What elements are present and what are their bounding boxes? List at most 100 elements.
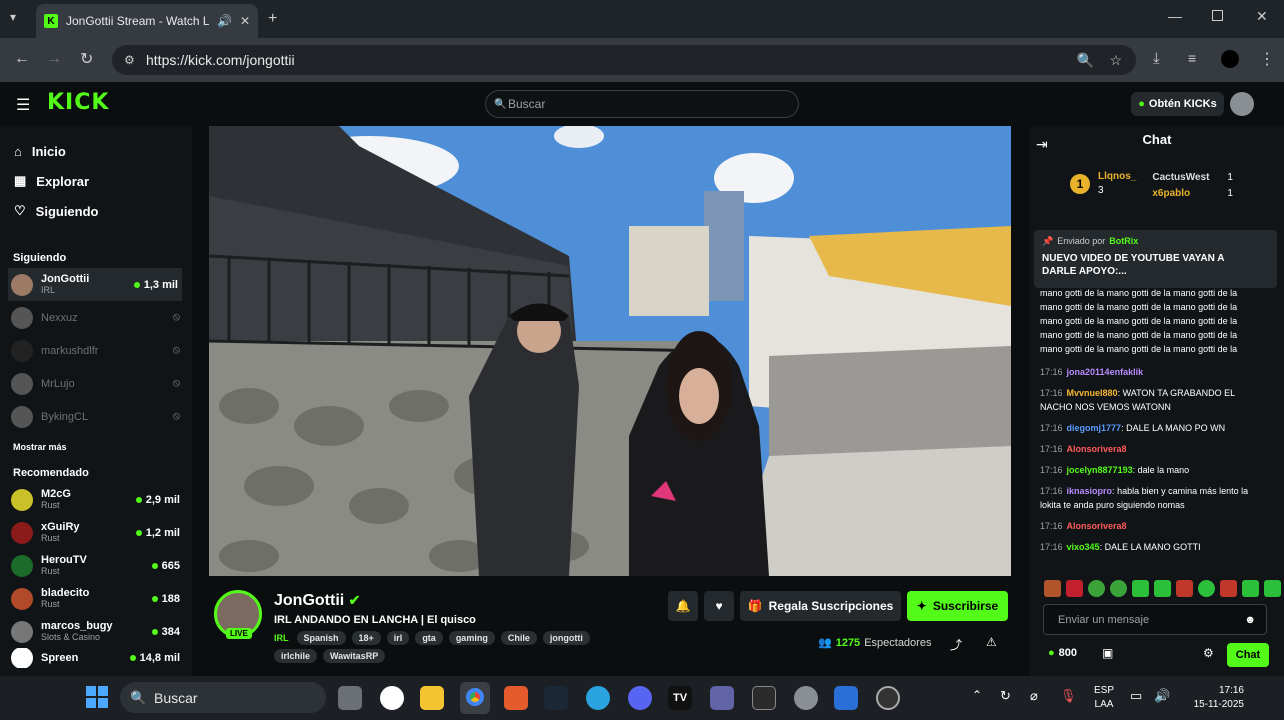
video-player[interactable]: [209, 126, 1011, 576]
reload-icon[interactable]: ↻: [80, 49, 93, 69]
chrome-icon[interactable]: [460, 682, 490, 714]
tradingview-icon[interactable]: TV: [668, 686, 692, 710]
message-user[interactable]: jona20114enfaklik: [1067, 367, 1144, 377]
recommended-item[interactable]: marcos_bugy Slots & Casino 384: [0, 615, 192, 648]
steam-icon[interactable]: [544, 686, 568, 710]
show-more-link[interactable]: Mostrar más: [0, 437, 192, 457]
obs-icon[interactable]: [876, 686, 900, 710]
chat-message-input[interactable]: Enviar un mensaje ☻: [1043, 604, 1267, 635]
tag[interactable]: irlchile: [274, 649, 318, 663]
get-kicks-button[interactable]: ● Obtén KICKs: [1131, 92, 1224, 116]
site-info-icon[interactable]: ⚙: [124, 53, 135, 67]
recommended-item[interactable]: M2cG Rust 2,9 mil: [0, 483, 192, 516]
message-user[interactable]: Mvvnuel880: [1067, 388, 1118, 398]
message-user[interactable]: Alonsorivera8: [1067, 444, 1127, 454]
message-user[interactable]: vixo345: [1067, 542, 1100, 552]
share-icon[interactable]: ⤴: [950, 636, 962, 653]
recommended-item[interactable]: HerouTV Rust 665: [0, 549, 192, 582]
following-item[interactable]: markushdlfr ⦸: [0, 334, 192, 367]
maximize-icon[interactable]: [1212, 10, 1223, 21]
teams-icon[interactable]: [710, 686, 734, 710]
menu-kebab-icon[interactable]: ⋮: [1259, 49, 1275, 69]
language-indicator[interactable]: ESP LAA: [1094, 684, 1114, 712]
follow-button[interactable]: ♥: [704, 591, 734, 621]
volume-icon[interactable]: 🔊: [1154, 688, 1170, 704]
emote-icon[interactable]: [1066, 580, 1083, 597]
nav-inicio[interactable]: ⌂ Inicio: [0, 136, 192, 166]
brave-icon[interactable]: [504, 686, 528, 710]
tag[interactable]: irl: [386, 631, 410, 645]
bookmark-star-icon[interactable]: ☆: [1109, 52, 1122, 69]
task-view-icon[interactable]: [338, 686, 362, 710]
profile-icon[interactable]: [1221, 50, 1239, 68]
following-item[interactable]: JonGottii IRL 1,3 mil: [8, 268, 182, 301]
hamburger-icon[interactable]: ☰: [16, 95, 30, 115]
report-icon[interactable]: ⚠: [986, 635, 997, 649]
search-input[interactable]: 🔍 Buscar: [485, 90, 799, 118]
speaker-icon[interactable]: 🔊: [217, 14, 232, 28]
emote-icon[interactable]: [1088, 580, 1105, 597]
zoom-icon[interactable]: 🔍: [1077, 52, 1094, 69]
emote-icon[interactable]: [1176, 580, 1193, 597]
notification-bell-button[interactable]: 🔔: [668, 591, 698, 621]
app-icon[interactable]: [834, 686, 858, 710]
gift-subs-button[interactable]: 🎁 Regala Suscripciones: [740, 591, 901, 621]
recommended-item[interactable]: xGuiRy Rust 1,2 mil: [0, 516, 192, 549]
taskbar-search[interactable]: 🔍 Buscar: [120, 682, 326, 713]
display-icon[interactable]: ▭: [1130, 688, 1142, 704]
emote-icon[interactable]: [1242, 580, 1259, 597]
emote-icon[interactable]: [1220, 580, 1237, 597]
user-avatar[interactable]: [1230, 92, 1254, 116]
emote-icon[interactable]: [1154, 580, 1171, 597]
download-icon[interactable]: ⤓: [1153, 50, 1160, 67]
close-window-icon[interactable]: ✕: [1256, 8, 1268, 25]
message-user[interactable]: jocelyn8877193: [1067, 465, 1133, 475]
windows-start-icon[interactable]: [86, 686, 108, 708]
app-icon[interactable]: [380, 686, 404, 710]
network-icon[interactable]: ⌀: [1030, 688, 1038, 704]
subscribe-button[interactable]: ✦ Suscribirse: [907, 591, 1008, 621]
forward-icon[interactable]: →: [46, 50, 62, 68]
following-item[interactable]: BykingCL ⦸: [0, 400, 192, 433]
tag[interactable]: Spanish: [296, 631, 346, 645]
emoji-icon[interactable]: ☻: [1244, 614, 1256, 626]
sync-icon[interactable]: ↻: [1000, 688, 1011, 704]
gift-icon[interactable]: ▣: [1102, 646, 1113, 660]
following-item[interactable]: Nexxuz ⦸: [0, 301, 192, 334]
following-item[interactable]: MrLujo ⦸: [0, 367, 192, 400]
message-user[interactable]: Alonsorivera8: [1067, 521, 1127, 531]
chevron-up-icon[interactable]: ⌃: [972, 688, 982, 702]
message-user[interactable]: diegomj1777: [1067, 423, 1122, 433]
tab-search-icon[interactable]: ▾: [10, 10, 28, 28]
tag[interactable]: gaming: [448, 631, 495, 645]
recommended-item[interactable]: bladecito Rust 188: [0, 582, 192, 615]
nav-siguiendo[interactable]: ♡ Siguiendo: [0, 196, 192, 226]
tag[interactable]: WawitasRP: [323, 649, 386, 663]
kicks-balance[interactable]: ● 800: [1048, 647, 1077, 659]
pinned-message[interactable]: 📌 Enviado por BotRix NUEVO VIDEO DE YOUTUB…: [1034, 230, 1277, 288]
streamer-name[interactable]: JonGottii ✔: [274, 592, 360, 610]
emote-icon[interactable]: [1044, 580, 1061, 597]
close-tab-icon[interactable]: ✕: [240, 14, 250, 28]
browser-tab[interactable]: K JonGottii Stream - Watch Li 🔊 ✕: [36, 4, 258, 38]
message-user[interactable]: iknasiopro: [1067, 486, 1113, 496]
microphone-icon[interactable]: 🎙: [1060, 688, 1077, 704]
emote-icon[interactable]: [1132, 580, 1149, 597]
tag[interactable]: Chile: [500, 631, 537, 645]
settings-gear-icon[interactable]: ⚙: [1203, 646, 1214, 660]
telegram-icon[interactable]: [586, 686, 610, 710]
emote-icon[interactable]: [1198, 580, 1215, 597]
settings-gear-icon[interactable]: [794, 686, 818, 710]
url-input[interactable]: ⚙ https://kick.com/jongottii 🔍 ☆: [112, 45, 1136, 75]
file-explorer-icon[interactable]: [420, 686, 444, 710]
back-icon[interactable]: ←: [14, 50, 30, 68]
discord-icon[interactable]: [628, 686, 652, 710]
clock[interactable]: 17:16 15-11-2025: [1184, 684, 1244, 712]
tag[interactable]: jongotti: [542, 631, 590, 645]
nav-explorar[interactable]: ▦ Explorar: [0, 166, 192, 196]
new-tab-icon[interactable]: +: [268, 10, 277, 28]
category-link[interactable]: IRL: [274, 631, 289, 645]
send-chat-button[interactable]: Chat: [1227, 643, 1269, 667]
terminal-icon[interactable]: [752, 686, 776, 710]
media-control-icon[interactable]: ≡: [1188, 50, 1196, 66]
